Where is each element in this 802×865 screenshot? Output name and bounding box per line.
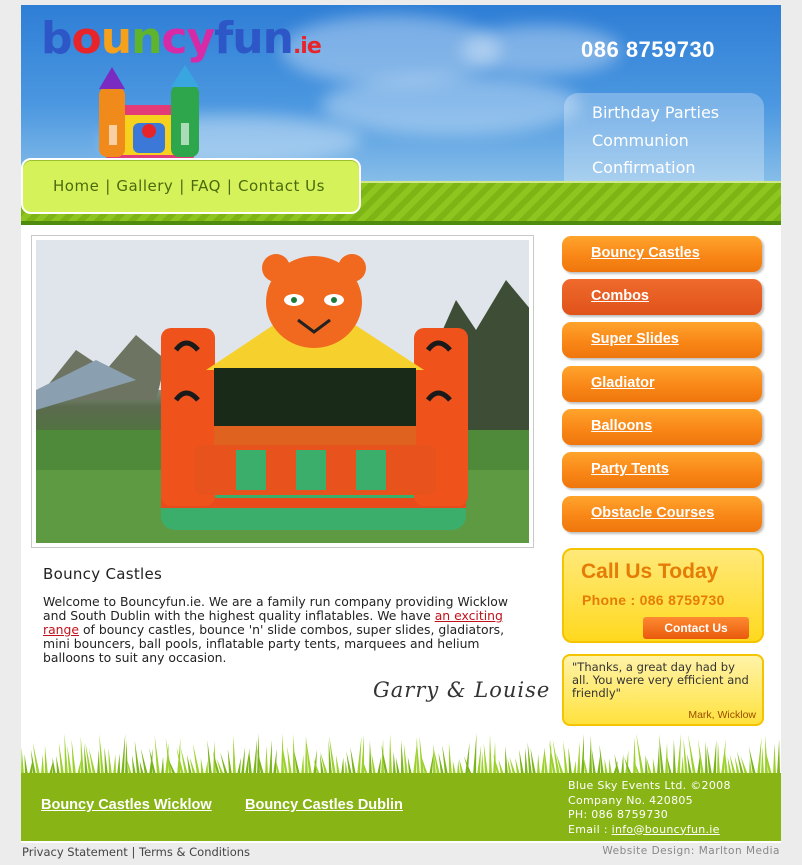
design-credit: Website Design: Marlton Media <box>602 845 780 857</box>
logo-suffix: .ie <box>292 34 322 59</box>
header: bouncyfun.ie 086 8759730 Birthday Partie… <box>21 5 781 225</box>
testimonial-author: Mark, Wicklow <box>688 709 756 721</box>
company-line: PH: 086 8759730 <box>568 808 669 821</box>
intro-text: Welcome to Bouncyfun.ie. We are a family… <box>43 595 521 665</box>
main-nav: Home | Gallery | FAQ | Contact Us <box>21 158 361 214</box>
sidebar-obstacle-courses[interactable]: Obstacle Courses <box>562 496 762 532</box>
nav-faq[interactable]: FAQ <box>190 177 221 195</box>
header-divider <box>21 221 781 225</box>
sidebar-super-slides[interactable]: Super Slides <box>562 322 762 358</box>
bouncy-castle-logo-icon <box>99 65 199 161</box>
logo-part: o <box>71 13 102 64</box>
privacy-link[interactable]: Privacy Statement <box>22 845 128 859</box>
logo-part: n <box>131 13 162 64</box>
sidebar-combos[interactable]: Combos <box>562 279 762 315</box>
tiger-bouncy-castle-image <box>36 240 529 543</box>
footer: Bouncy Castles Wicklow Bouncy Castles Du… <box>21 773 781 841</box>
logo-part: u <box>100 13 132 64</box>
logo-part: fun <box>214 13 294 64</box>
testimonial-quote: "Thanks, a great day had by all. You wer… <box>572 660 749 700</box>
logo-part: cy <box>161 13 215 64</box>
footer-link-wicklow[interactable]: Bouncy Castles Wicklow <box>41 797 212 813</box>
nav-gallery[interactable]: Gallery <box>116 177 173 195</box>
nav-separator: | <box>105 177 111 195</box>
logo[interactable]: bouncyfun.ie <box>41 17 322 61</box>
email-link[interactable]: info@bouncyfun.ie <box>612 823 720 836</box>
page: bouncyfun.ie 086 8759730 Birthday Partie… <box>21 5 781 843</box>
service-item: Confirmation <box>592 158 696 177</box>
signature: Garry & Louise <box>373 678 551 702</box>
bottom-separator: | <box>131 845 136 859</box>
sidebar-gladiator[interactable]: Gladiator <box>562 366 762 402</box>
call-us-title: Call Us Today <box>581 560 719 583</box>
sidebar-balloons[interactable]: Balloons <box>562 409 762 445</box>
contact-us-button[interactable]: Contact Us <box>643 617 749 639</box>
nav-separator: | <box>179 177 185 195</box>
footer-link-dublin[interactable]: Bouncy Castles Dublin <box>245 797 403 813</box>
call-us-box: Call Us Today Phone : 086 8759730 Contac… <box>562 548 764 643</box>
service-item: Birthday Parties <box>592 103 720 122</box>
sidebar-party-tents[interactable]: Party Tents <box>562 452 762 488</box>
company-email-line: Email : info@bouncyfun.ie <box>568 823 731 838</box>
call-us-phone: Phone : 086 8759730 <box>582 592 725 608</box>
intro-text-part: of bouncy castles, bounce 'n' slide comb… <box>43 622 505 665</box>
grass-decoration <box>21 733 780 775</box>
sidebar-bouncy-castles[interactable]: Bouncy Castles <box>562 236 762 272</box>
nav-home[interactable]: Home <box>53 177 99 195</box>
content-title: Bouncy Castles <box>43 565 163 583</box>
company-line: Blue Sky Events Ltd. ©2008 <box>568 779 731 792</box>
terms-link[interactable]: Terms & Conditions <box>139 845 250 859</box>
header-phone: 086 8759730 <box>581 37 715 62</box>
nav-contact[interactable]: Contact Us <box>238 177 325 195</box>
email-label: Email : <box>568 822 612 836</box>
hero-photo <box>36 240 529 543</box>
logo-part: b <box>41 13 72 64</box>
hero-photo-frame <box>31 235 534 548</box>
nav-separator: | <box>226 177 232 195</box>
testimonial-box: "Thanks, a great day had by all. You wer… <box>562 654 764 726</box>
service-item: Communion <box>592 130 689 150</box>
bottom-bar: Privacy Statement | Terms & Conditions W… <box>22 845 780 859</box>
company-info: Blue Sky Events Ltd. ©2008 Company No. 4… <box>568 779 731 837</box>
company-line: Company No. 420805 <box>568 793 693 807</box>
